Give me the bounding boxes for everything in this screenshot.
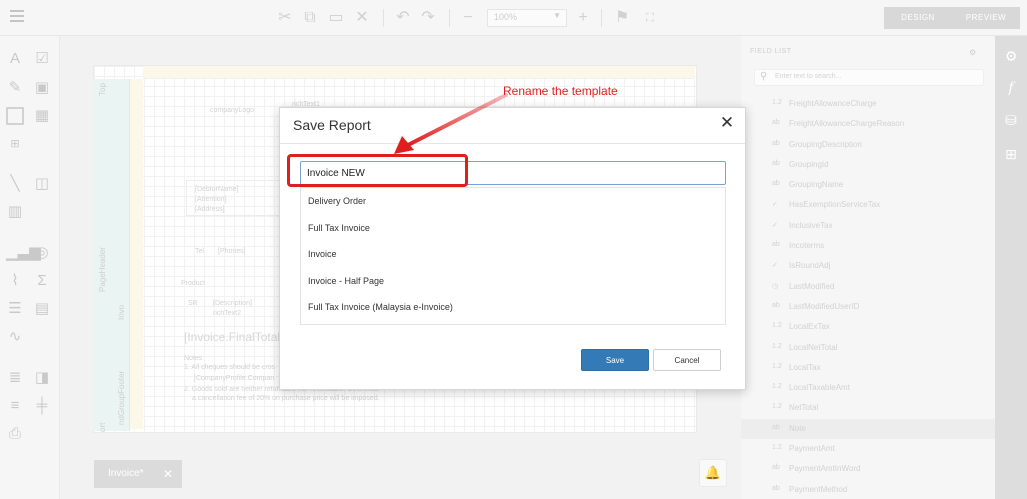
template-list-item[interactable]: Full Tax Invoice: [301, 215, 725, 242]
annotation-text: Rename the template: [503, 84, 618, 98]
close-icon[interactable]: ✕: [718, 114, 736, 132]
template-list-item[interactable]: Full Tax Invoice (Malaysia e-Invoice): [301, 294, 725, 321]
dialog-divider: [280, 143, 745, 144]
template-list-item[interactable]: Invoice - Half Page: [301, 268, 725, 295]
save-button[interactable]: Save: [581, 349, 649, 371]
template-list-item[interactable]: Invoice: [301, 241, 725, 268]
dialog-title: Save Report: [293, 117, 371, 133]
annotation-highlight-box: [287, 154, 468, 187]
cancel-button[interactable]: Cancel: [653, 349, 721, 371]
template-list-item[interactable]: Delivery Order: [301, 188, 725, 215]
save-report-dialog: Save Report ✕ Delivery OrderFull Tax Inv…: [279, 107, 746, 390]
template-list: Delivery Order Full Tax Invoice Invoice Inv…: [300, 187, 726, 325]
